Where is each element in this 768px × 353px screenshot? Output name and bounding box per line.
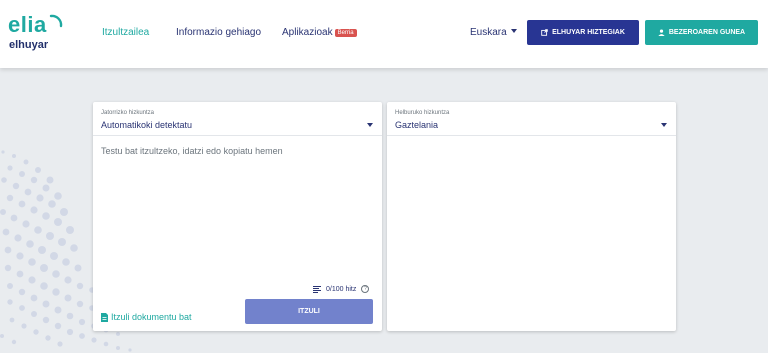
source-panel: Jatorrizko hizkuntza Automatikoki detekt… [93, 102, 382, 331]
text-lines-icon [313, 285, 321, 293]
question-circle-icon[interactable]: ? [361, 285, 370, 293]
logo-elia-text: elia [8, 12, 47, 37]
target-panel: Helburuko hizkuntza Gaztelania [387, 102, 676, 331]
source-divider [93, 135, 382, 136]
elia-logo[interactable]: elia elhuyar [8, 12, 64, 56]
user-icon [658, 29, 665, 36]
translate-document-link[interactable]: Itzuli dokumentu bat [101, 312, 192, 322]
translate-button[interactable]: ITZULI [245, 299, 373, 324]
nav-more-info-link[interactable]: Informazio gehiago [176, 27, 261, 38]
source-caret-down-icon [367, 123, 373, 127]
source-text-input[interactable]: Testu bat itzultzeko, idatzi edo kopiatu… [101, 146, 283, 156]
target-caret-down-icon [661, 123, 667, 127]
logo-elhuyar-text: elhuyar [9, 39, 49, 51]
dictionaries-button[interactable]: ELHUYAR HIZTEGIAK [527, 20, 639, 45]
word-counter: 0/100 hitz ? [313, 285, 370, 293]
nav-apps-link[interactable]: Aplikazioak Berria [282, 27, 357, 38]
target-language-label: Helburuko hizkuntza [395, 110, 450, 116]
target-divider [387, 135, 676, 136]
logo-arc-icon [49, 14, 63, 28]
nav-translator-link[interactable]: Itzultzailea [102, 27, 149, 38]
caret-down-icon [511, 29, 518, 33]
word-counter-value: 0/100 hitz [326, 285, 357, 293]
document-icon [101, 312, 108, 322]
external-link-icon [541, 29, 548, 36]
new-badge: Berria [334, 29, 357, 37]
interface-language-dropdown[interactable]: Euskara [470, 27, 518, 38]
nav-apps-label: Aplikazioak [282, 27, 333, 38]
top-header: elia elhuyar Itzultzailea Informazio geh… [0, 0, 768, 68]
target-language-value: Gaztelania [395, 120, 439, 130]
dictionaries-button-label: ELHUYAR HIZTEGIAK [552, 29, 625, 36]
user-area-button[interactable]: BEZEROAREN GUNEA [645, 20, 758, 45]
interface-language-value: Euskara [470, 27, 507, 38]
source-language-value: Automatikoki detektatu [101, 120, 193, 130]
user-area-button-label: BEZEROAREN GUNEA [668, 29, 746, 36]
translate-document-label: Itzuli dokumentu bat [111, 312, 192, 322]
source-language-label: Jatorrizko hizkuntza [101, 110, 155, 116]
